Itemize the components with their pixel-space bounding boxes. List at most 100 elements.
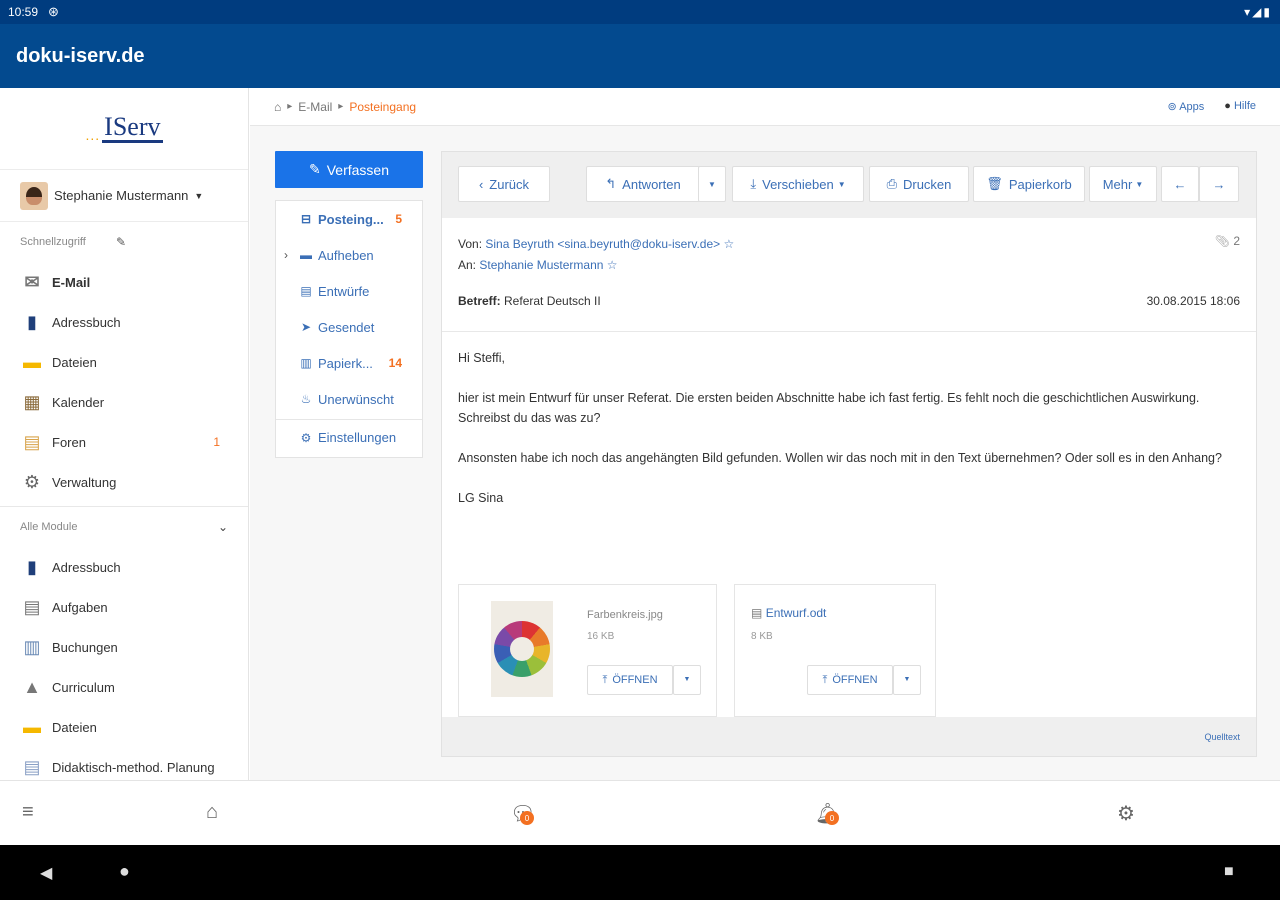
help-link[interactable]: ● Hilfe [1224,100,1256,113]
signal-icons: ▾◢▮ [1244,5,1272,19]
avatar [20,181,48,210]
sidebar-item-adressbuch[interactable]: ▮ Adressbuch [0,302,248,342]
sidebar-item-adressbuch[interactable]: ▮ Adressbuch [0,547,248,587]
sidebar-item-foren[interactable]: ▤ Foren 1 [0,422,248,462]
more-button[interactable]: Mehr ▼ [1089,166,1157,202]
to-address[interactable]: Stephanie Mustermann [479,258,603,272]
attachment-card: ▤ Entwurf.odt 8 KB ⤒ ÖFFNEN ▼ [734,584,936,717]
sidebar-item-aufgaben[interactable]: ▤ Aufgaben [0,587,248,627]
reply-dropdown-button[interactable]: ▼ [698,166,726,202]
bottom-nav: ≡ ⌂ 💬︎0 🔔︎0 ⚙ [0,780,1280,845]
breadcrumb-current: Posteingang [349,99,417,114]
folder-papierk-[interactable]: ▥ Papierk... 14 [276,345,422,381]
from-address[interactable]: Sina Beyruth <sina.beyruth@doku-iserv.de… [485,237,720,251]
back-nav-icon[interactable]: ◀ [40,863,52,883]
trash-icon: 🗑︎ [986,176,1003,191]
folder-entwürfe[interactable]: ▤ Entwürfe [276,273,422,309]
mail-view: ‹ Zurück ↰ Antworten ▼ ⤓ Verschieben ▼ ⎙ Druc… [441,151,1257,757]
sidebar-item-label: Foren [52,434,86,450]
subject-text: Referat Deutsch II [504,294,601,308]
reply-button[interactable]: ↰ Antworten [586,166,700,202]
caret-down-icon: ▼ [708,179,716,189]
attachment-name[interactable]: ▤ Entwurf.odt [751,603,826,623]
user-menu[interactable]: Stephanie Mustermann ▼ [0,170,248,222]
chevron-right-icon[interactable]: › [284,248,288,262]
gear-icon: ⚙ [300,430,312,445]
open-icon: ⤒ [822,674,828,686]
document-icon: ▤ [751,606,763,620]
folder-label: Aufheben [318,247,374,263]
addressbook-icon: ▮ [27,556,37,577]
gear-icon[interactable]: ⚙ [1117,801,1135,826]
attachment-size: 16 KB [587,631,615,642]
bell-icon[interactable]: 🔔︎0 [815,801,840,826]
trash-button[interactable]: 🗑︎ Papierkorb [973,166,1085,202]
chevron-down-icon[interactable]: ⌄ [218,520,228,534]
pencil-icon[interactable]: ✎ [116,235,126,249]
attachment-thumbnail[interactable] [491,601,553,697]
sidebar-item-dateien[interactable]: ▬ Dateien [0,342,248,382]
folder-posteing-[interactable]: ⊟ Posteing... 5 [276,201,422,237]
source-link[interactable]: Quelltext [1204,732,1240,742]
print-icon: ⎙ [886,176,897,191]
print-button[interactable]: ⎙ Drucken [869,166,969,202]
folder-unerwünscht[interactable]: ♨ Unerwünscht [276,381,422,417]
envelope-icon: ✉ [24,271,40,292]
body-paragraph: Ansonsten habe ich noch das angehängten … [458,451,1222,465]
all-modules-label: Alle Module [20,521,78,533]
sidebar-item-curriculum[interactable]: ▲ Curriculum [0,667,248,707]
sidebar-item-label: Didaktisch-method. Planung [52,759,215,775]
back-button[interactable]: ‹ Zurück [458,166,550,202]
trash-icon: ▥ [300,356,312,370]
sidebar-item-buchungen[interactable]: ▥ Buchungen [0,627,248,667]
home-nav-icon[interactable]: ● [119,861,130,882]
to-row: An: Stephanie Mustermann ☆ [458,258,618,272]
folder-icon: ▬ [23,351,41,372]
sidebar-item-kalender[interactable]: ▦ Kalender [0,382,248,422]
folder-settings[interactable]: ⚙ Einstellungen [276,419,422,455]
folder-gesendet[interactable]: ➤ Gesendet [276,309,422,345]
sidebar-item-label: Aufgaben [52,599,108,615]
mail-header: Von: Sina Beyruth <sina.beyruth@doku-ise… [442,218,1256,332]
home-icon[interactable]: ⌂ [274,100,281,114]
paperclip-icon: 📎︎ [1214,234,1234,248]
sidebar-item-label: Verwaltung [52,474,117,490]
arrow-right-icon: → [1212,176,1226,192]
pencil-icon: ✎ [309,161,321,177]
sidebar-item-didaktisch-method-planung[interactable]: ▤ Didaktisch-method. Planung [0,747,248,780]
folder-label: Entwürfe [318,283,370,299]
menu-icon[interactable]: ≡ [22,801,34,824]
sidebar-item-verwaltung[interactable]: ⚙ Verwaltung [0,462,248,502]
folder-aufheben[interactable]: › ▬ Aufheben [276,237,422,273]
count-badge: 1 [213,435,220,449]
open-attachment-button[interactable]: ⤒ ÖFFNEN [587,665,673,695]
attachment-count: 📎︎ 2 [1214,234,1240,248]
attachment-dropdown-button[interactable]: ▼ [893,665,921,695]
logo-text: IServ [102,112,163,143]
star-icon[interactable]: ☆ [723,237,734,251]
system-nav-bar: ◀ ● ■ [0,845,1280,900]
star-icon[interactable]: ☆ [607,258,618,272]
quick-access-label: Schnellzugriff [20,236,86,248]
attachment-dropdown-button[interactable]: ▼ [673,665,701,695]
sidebar-item-e-mail[interactable]: ✉ E-Mail [0,262,248,302]
main-content: ⌂ ▸ E-Mail ▸ Posteingang ⊚ Apps ● Hilfe … [250,88,1280,780]
breadcrumb-email[interactable]: E-Mail [298,100,332,114]
sidebar-item-label: Adressbuch [52,314,121,330]
sidebar-item-dateien[interactable]: ▬ Dateien [0,707,248,747]
reply-icon: ↰ [605,176,617,191]
recents-nav-icon[interactable]: ■ [1224,863,1234,881]
all-modules-header[interactable]: Alle Module ⌄ [0,507,248,547]
open-attachment-button[interactable]: ⤒ ÖFFNEN [807,665,893,695]
previous-mail-button[interactable]: ← [1161,166,1199,202]
apps-link[interactable]: ⊚ Apps [1168,100,1205,113]
next-mail-button[interactable]: → [1199,166,1239,202]
move-button[interactable]: ⤓ Verschieben ▼ [732,166,864,202]
chat-icon[interactable]: 💬︎0 [510,801,535,826]
home-icon[interactable]: ⌂ [206,801,218,824]
folder-label: Papierk... [318,355,373,371]
curriculum-icon: ▲ [23,676,41,697]
notification-icon: ⊛ [48,4,59,19]
sidebar-item-label: E-Mail [52,274,91,290]
compose-button[interactable]: ✎ Verfassen [275,151,423,188]
